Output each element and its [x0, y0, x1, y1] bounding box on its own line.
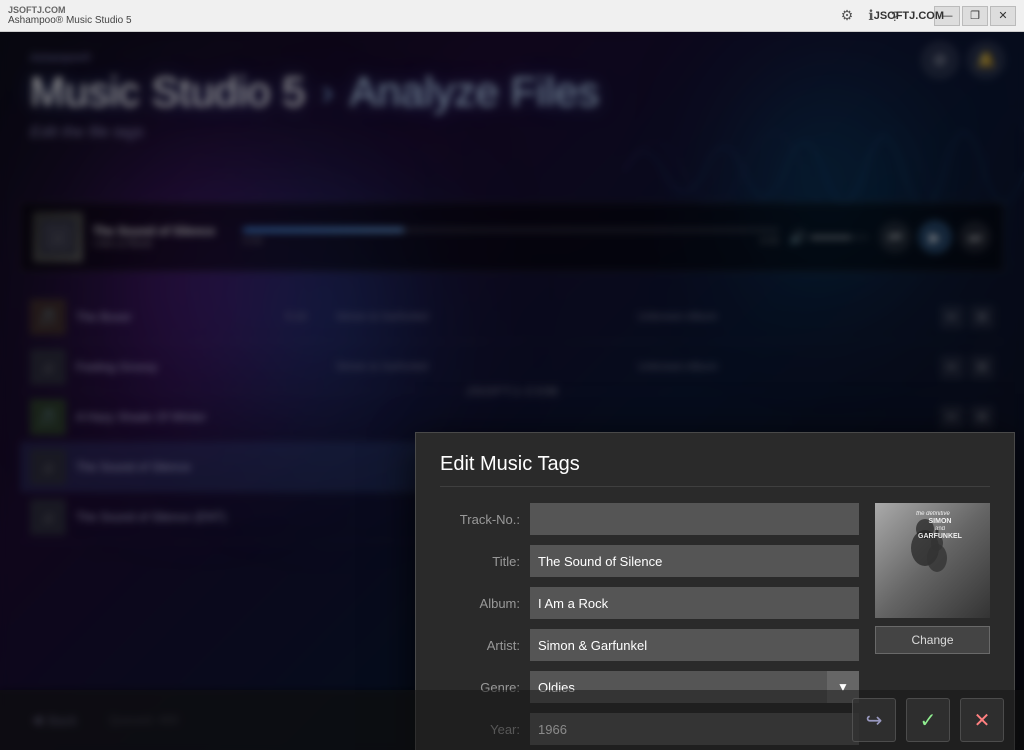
track-no-input[interactable] [530, 503, 859, 535]
title-input[interactable] [530, 545, 859, 577]
titlebar: JSOFTJ.COM Ashampoo® Music Studio 5 ⚙ ℹ … [0, 0, 1024, 32]
maximize-button[interactable]: ❐ [962, 6, 988, 26]
artist-row: Artist: [440, 629, 859, 661]
forward-button[interactable]: ↪ [852, 698, 896, 742]
track-no-row: Track-No.: [440, 503, 859, 535]
title-row: Title: [440, 545, 859, 577]
track-no-label: Track-No.: [440, 512, 520, 527]
app-name: Ashampoo® Music Studio 5 [8, 15, 132, 26]
titlebar-left: JSOFTJ.COM Ashampoo® Music Studio 5 [8, 5, 132, 26]
album-input[interactable] [530, 587, 859, 619]
settings-icon[interactable]: ⚙ [838, 7, 856, 25]
window-controls: — ❐ ✕ [934, 6, 1016, 26]
album-row: Album: [440, 587, 859, 619]
dialog-title: Edit Music Tags [440, 453, 990, 487]
svg-text:the definitive: the definitive [916, 511, 950, 517]
svg-text:SIMON: SIMON [929, 518, 952, 525]
album-label: Album: [440, 596, 520, 611]
cancel-button[interactable]: ✕ [960, 698, 1004, 742]
svg-text:and: and [935, 526, 945, 532]
change-art-button[interactable]: Change [875, 626, 990, 654]
titlebar-watermark: JSOFTJ.COM [8, 5, 132, 15]
titlebar-right-watermark: JSOFTJ.COM [874, 10, 944, 22]
title-label: Title: [440, 554, 520, 569]
dialog-actions: ↪ ✓ ✕ [0, 690, 1024, 750]
album-art-svg: the definitive SIMON and GARFUNKEL [875, 503, 990, 618]
close-button[interactable]: ✕ [990, 6, 1016, 26]
artist-input[interactable] [530, 629, 859, 661]
svg-text:GARFUNKEL: GARFUNKEL [918, 533, 963, 540]
artist-label: Artist: [440, 638, 520, 653]
confirm-button[interactable]: ✓ [906, 698, 950, 742]
album-art: the definitive SIMON and GARFUNKEL [875, 503, 990, 618]
main-background: Ashampoo® Music Studio 5 › Analyze Files… [0, 32, 1024, 750]
